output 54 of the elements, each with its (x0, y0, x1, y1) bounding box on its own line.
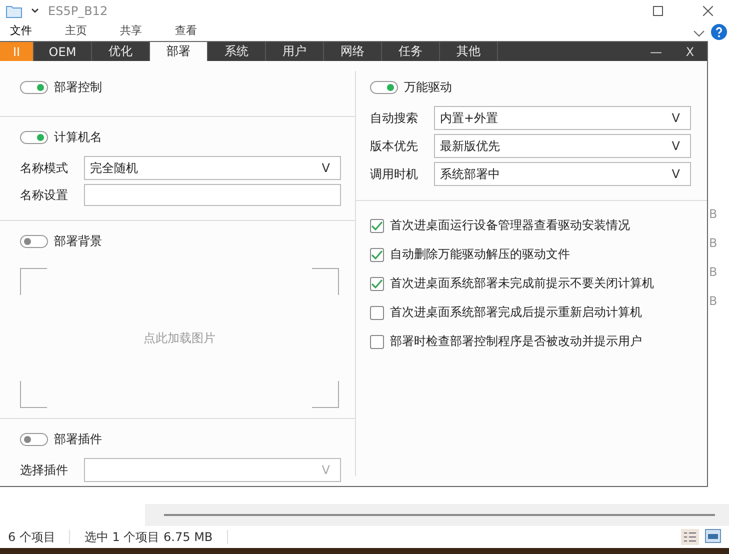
dropdown[interactable]: 最新版优先 V (434, 134, 691, 158)
toggle-switch[interactable] (20, 235, 48, 248)
checkbox[interactable] (370, 334, 384, 348)
dropdown[interactable]: 完全随机 V (84, 156, 341, 180)
checkbox-label: 首次进桌面系统部署完成后提示重新启动计算机 (390, 304, 642, 321)
field-label: 版本优先 (370, 138, 419, 154)
chevron-down-icon[interactable] (30, 7, 40, 15)
toggle-label: 部署插件 (54, 431, 102, 448)
toggle-switch[interactable] (370, 81, 398, 94)
field-label: 名称设置 (20, 186, 69, 204)
menu-item[interactable]: 共享 (120, 24, 175, 38)
details-view-icon[interactable] (681, 529, 699, 545)
tab[interactable]: 部署 (150, 42, 208, 61)
input-field[interactable] (84, 184, 341, 206)
field-label: 自动搜索 (370, 110, 419, 126)
toggle-label: 部署控制 (54, 79, 102, 96)
toggle-label: 部署背景 (54, 233, 102, 250)
checkbox-label: 首次进桌面运行设备管理器查看驱动安装情况 (390, 217, 630, 234)
folder-icon (6, 4, 22, 18)
window-title: ES5P_B12 (48, 4, 108, 18)
close-button[interactable]: X (673, 42, 707, 61)
menu-item[interactable]: 查看 (175, 24, 230, 38)
field-label: 名称模式 (20, 160, 69, 176)
checkbox[interactable] (370, 248, 384, 262)
checkbox-label: 部署时检查部署控制程序是否被改动并提示用户 (390, 333, 642, 350)
checkbox-label: 自动删除万能驱动解压的驱动文件 (390, 246, 570, 263)
toggle-label: 万能驱动 (404, 79, 452, 96)
minimize-button[interactable]: — (639, 42, 673, 61)
checkbox[interactable] (370, 276, 384, 290)
chevron-down-icon[interactable] (693, 30, 705, 38)
menu-item[interactable]: 主页 (65, 24, 120, 38)
field-label: 选择插件 (20, 462, 69, 478)
item-count: 6 个项目 (8, 528, 56, 546)
toggle-switch[interactable] (20, 433, 48, 446)
toggle-label: 计算机名 (54, 129, 102, 146)
file-size: B (709, 264, 718, 280)
checkbox[interactable] (370, 218, 384, 232)
file-size: B (709, 293, 718, 309)
close-icon[interactable] (703, 6, 713, 16)
menu-item[interactable]: 文件 (10, 24, 65, 38)
file-size: B (709, 206, 718, 222)
toggle-switch[interactable] (20, 81, 48, 94)
scrollbar[interactable] (164, 514, 715, 516)
dropdown[interactable]: 系统部署中 V (434, 162, 691, 186)
checkbox[interactable] (370, 306, 384, 320)
file-size: B (709, 235, 718, 251)
maximize-icon[interactable] (653, 6, 663, 16)
checkbox-label: 首次进桌面系统部署未完成前提示不要关闭计算机 (390, 275, 654, 292)
toggle-switch[interactable] (20, 131, 48, 144)
help-icon[interactable] (711, 24, 727, 40)
selection-info: 选中 1 个项目 6.75 MB (84, 528, 213, 546)
large-icons-view-icon[interactable] (705, 529, 721, 543)
field-label: 调用时机 (370, 166, 419, 182)
dropdown[interactable]: 内置+外置 V (434, 106, 691, 130)
